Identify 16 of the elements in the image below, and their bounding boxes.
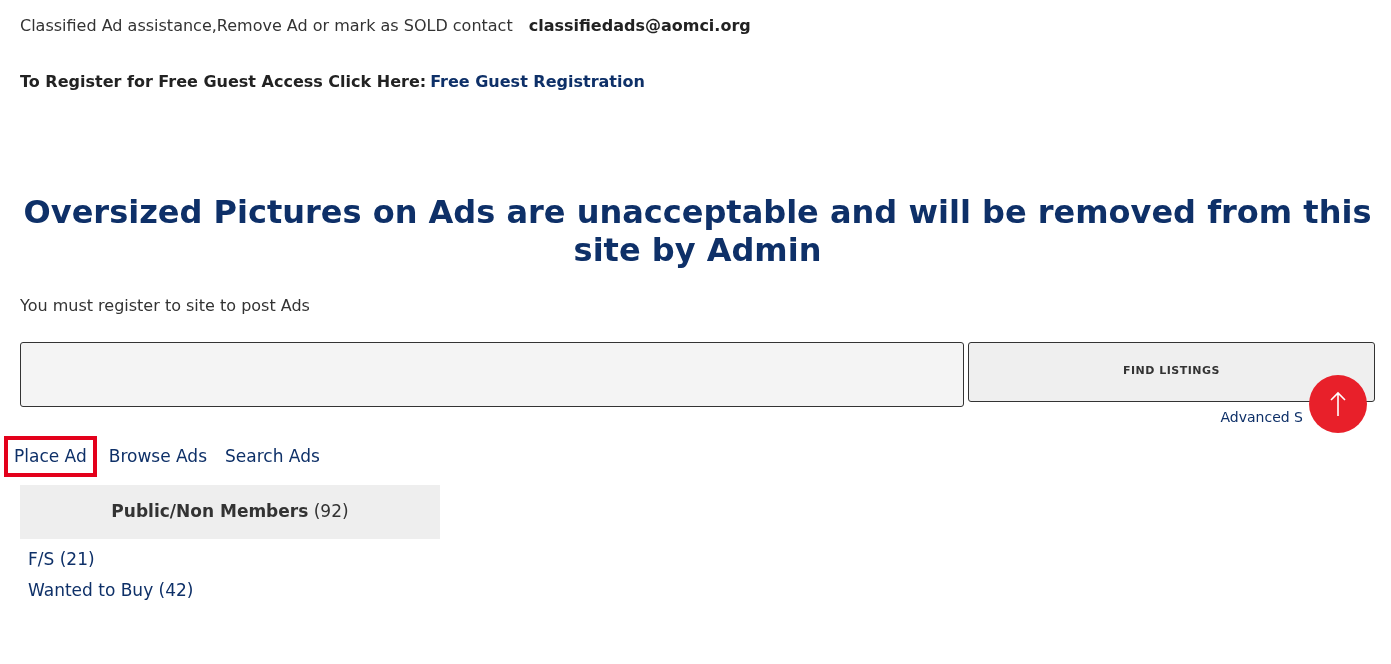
up-arrow-icon (1330, 390, 1346, 417)
advanced-search-link[interactable]: Advanced S (1220, 406, 1303, 428)
category-link[interactable]: Wanted to Buy (42) (28, 578, 1375, 604)
notice-text: Classified Ad assistance,Remove Ad or mark as SOLD contact (20, 15, 513, 37)
nav-link[interactable]: Browse Ads (102, 435, 213, 477)
find-listings-button[interactable]: FIND LISTINGS (968, 341, 1375, 402)
nav-link[interactable]: Place Ad (4, 435, 97, 477)
registration-link[interactable]: Free Guest Registration (430, 70, 645, 94)
post-note: You must register to site to post Ads (20, 294, 311, 317)
email-address: classifiedads@aomci.org (528, 15, 751, 37)
search-field[interactable] (20, 341, 964, 407)
category-link[interactable]: F/S (21) (28, 546, 1375, 572)
headline: Oversized Pictures on Ads are unacceptable and will be removed from this site by Admin (22, 194, 1373, 270)
register-text: To Register for Free Guest Access Click Here: (20, 71, 427, 93)
category-header: Public/Non Members (92) (20, 485, 440, 539)
nav-link[interactable]: Search Ads (219, 435, 326, 477)
